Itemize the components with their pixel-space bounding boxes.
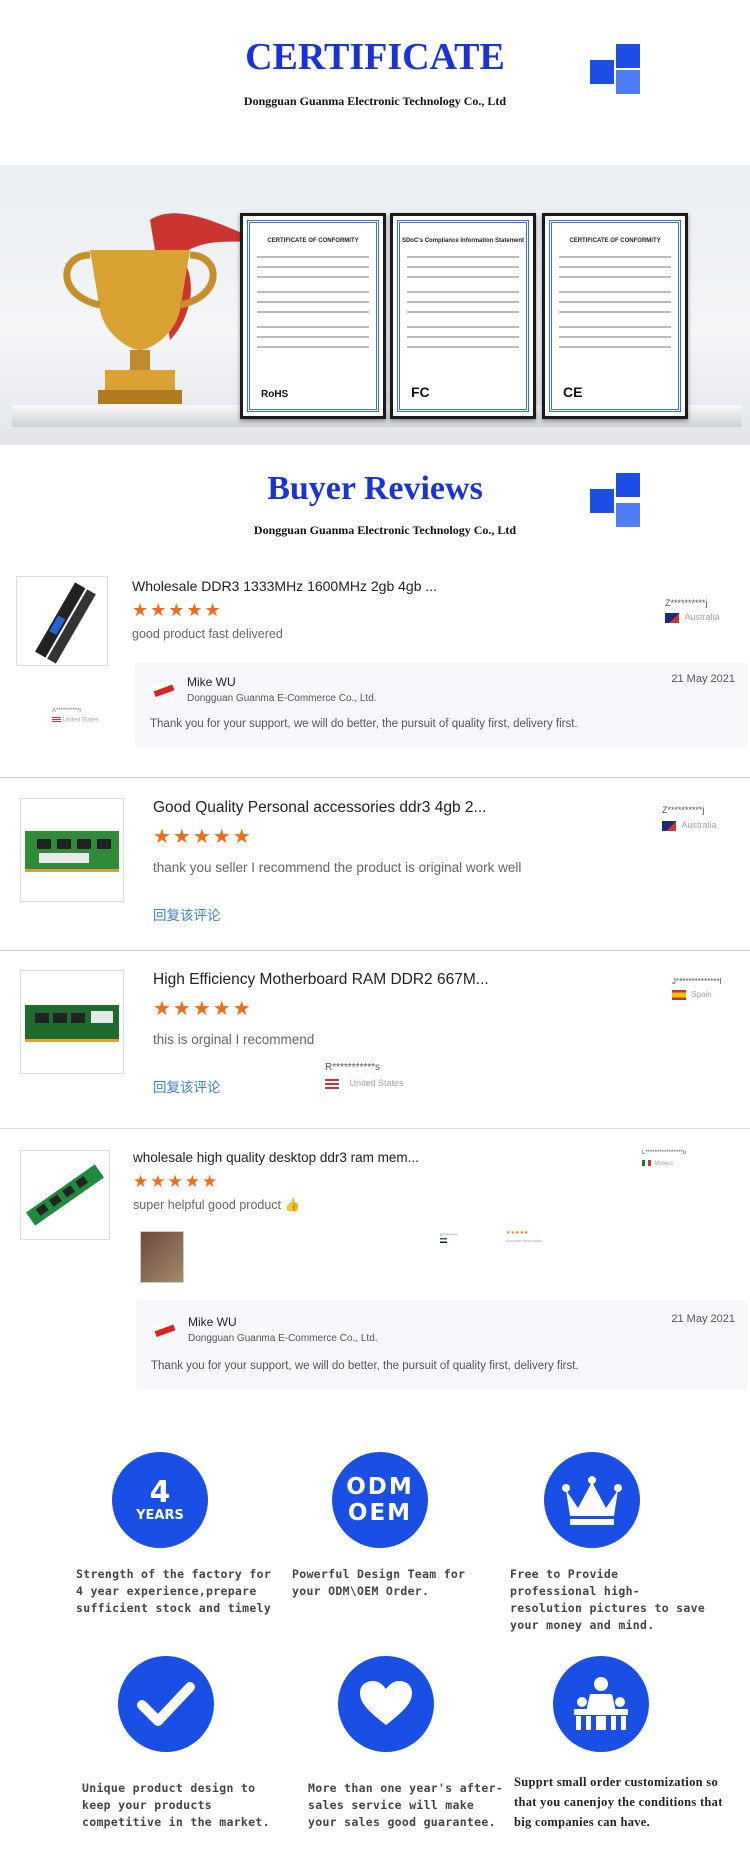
- review-item: High Efficiency Motherboard RAM DDR2 667…: [0, 962, 750, 1122]
- reviews-subtitle: Dongguan Guanma Electronic Technology Co…: [253, 523, 517, 537]
- feature-text: Strength of the factory for 4 year exper…: [76, 1567, 272, 1615]
- odm-oem-icon: ODM OEM: [332, 1452, 428, 1548]
- buyer-name: L****************o: [642, 1150, 687, 1156]
- buyer-name: Z**********j: [665, 598, 708, 608]
- review-photo[interactable]: [140, 1231, 184, 1283]
- seller-company: Dongguan Guanma E-Commerce Co., Ltd.: [187, 693, 377, 704]
- rohs-certificate: CERTIFICATE OF CONFORMITY RoHS: [240, 213, 386, 419]
- spain-flag-icon: [672, 990, 686, 1000]
- review-text: good product fast delivered: [132, 627, 283, 641]
- review-text: thank you seller I recommend the product…: [153, 860, 522, 875]
- divider: [0, 777, 750, 778]
- review-item: Good Quality Personal accessories ddr3 4…: [0, 790, 750, 940]
- review-item: Wholesale DDR3 1333MHz 1600MHz 2gb 4gb .…: [0, 570, 750, 770]
- reviews-title: Buyer Reviews: [267, 470, 483, 507]
- reply-text: Thank you for your support, we will do b…: [151, 1360, 579, 1372]
- reply-date: 21 May 2021: [671, 1313, 735, 1325]
- reply-review-link[interactable]: 回复该评论: [153, 904, 221, 924]
- buyer-country: United States: [325, 1078, 404, 1089]
- usa-flag-icon: [325, 1078, 339, 1089]
- rating-stars: ★★★★★: [153, 998, 253, 1020]
- buyer-country: Australia: [665, 612, 720, 623]
- certificate-title: CERTIFICATE: [245, 36, 505, 78]
- rating-stars: ★★★★★: [153, 826, 253, 848]
- buyer-country: Spain: [672, 990, 712, 1000]
- reply-review-link[interactable]: 回复该评论: [153, 1076, 221, 1096]
- mexico-flag-icon: [642, 1160, 651, 1166]
- ce-certificate: CERTIFICATE OF CONFORMITY CE: [542, 213, 688, 419]
- review-product-title[interactable]: Wholesale DDR3 1333MHz 1600MHz 2gb 4gb .…: [132, 578, 552, 594]
- buyer-country: Australia: [662, 820, 717, 831]
- feature-text: More than one year's after-sales service…: [308, 1781, 504, 1829]
- mini-rating-text: Accurate description: [506, 1238, 543, 1243]
- buyer-country: United States: [52, 717, 99, 724]
- feature-text: Free to Provide professional high-resolu…: [510, 1567, 706, 1632]
- seller-reply: Mike WU Dongguan Guanma E-Commerce Co., …: [136, 1300, 747, 1390]
- review-text: super helpful good product 👍: [133, 1198, 301, 1212]
- usa-flag-icon: [52, 717, 61, 723]
- seller-reply: Mike WU Dongguan Guanma E-Commerce Co., …: [135, 662, 747, 747]
- buyer-name: R***********s: [325, 1062, 381, 1073]
- four-years-icon: 4 YEARS: [112, 1452, 208, 1548]
- review-product-title[interactable]: Good Quality Personal accessories ddr3 4…: [153, 799, 573, 817]
- australia-flag-icon: [662, 820, 676, 831]
- divider: [0, 1128, 750, 1129]
- checkmark-icon: [118, 1656, 214, 1752]
- seller-flag-icon: [151, 678, 175, 698]
- logo-icon: [590, 473, 642, 531]
- buyer-country: Mexico: [642, 1160, 674, 1167]
- crown-icon: [544, 1452, 640, 1548]
- trophy-icon: [63, 213, 260, 404]
- feature-text: Supprt small order customization so that…: [514, 1775, 723, 1829]
- heart-icon: [338, 1656, 434, 1752]
- buyer-name: k**********: [440, 1232, 458, 1237]
- feature-text: Unique product design to keep your produ…: [82, 1781, 270, 1829]
- reply-text: Thank you for your support, we will do b…: [150, 718, 578, 730]
- review-item: wholesale high quality desktop ddr3 ram …: [0, 1140, 750, 1400]
- mini-rating-stars: ★★★★★: [506, 1230, 529, 1236]
- rating-stars: ★★★★★: [132, 600, 223, 620]
- product-thumbnail[interactable]: [20, 970, 124, 1074]
- review-product-title[interactable]: High Efficiency Motherboard RAM DDR2 667…: [153, 971, 573, 989]
- rating-stars: ★★★★★: [133, 1172, 220, 1191]
- reply-date: 21 May 2021: [671, 673, 735, 685]
- product-thumbnail[interactable]: [20, 1150, 110, 1240]
- seller-flag-icon: [152, 1318, 176, 1338]
- seller-name: Mike WU: [188, 1315, 237, 1329]
- feature-text: Powerful Design Team for your ODM\OEM Or…: [292, 1567, 466, 1598]
- seller-name: Mike WU: [187, 675, 236, 689]
- product-thumbnail[interactable]: [16, 576, 108, 666]
- australia-flag-icon: [665, 612, 679, 623]
- buyer-flag-icon: [440, 1238, 447, 1243]
- seller-company: Dongguan Guanma E-Commerce Co., Ltd.: [188, 1333, 378, 1344]
- product-thumbnail[interactable]: [20, 798, 124, 902]
- certificate-subtitle: Dongguan Guanma Electronic Technology Co…: [243, 94, 507, 108]
- certificate-banner: CERTIFICATE OF CONFORMITY RoHS SDoC's Co…: [0, 165, 750, 445]
- divider: [0, 950, 750, 951]
- review-product-title[interactable]: wholesale high quality desktop ddr3 ram …: [133, 1150, 533, 1165]
- fcc-certificate: SDoC's Compliance Information Statement …: [390, 213, 536, 419]
- buyer-name: Z**********j: [662, 805, 705, 815]
- review-text: this is orginal I recommend: [153, 1032, 315, 1047]
- buyer-name: A**********r: [52, 708, 82, 714]
- logo-icon: [590, 44, 642, 96]
- buyer-name: J**************l: [672, 977, 722, 986]
- people-icon: [553, 1656, 649, 1752]
